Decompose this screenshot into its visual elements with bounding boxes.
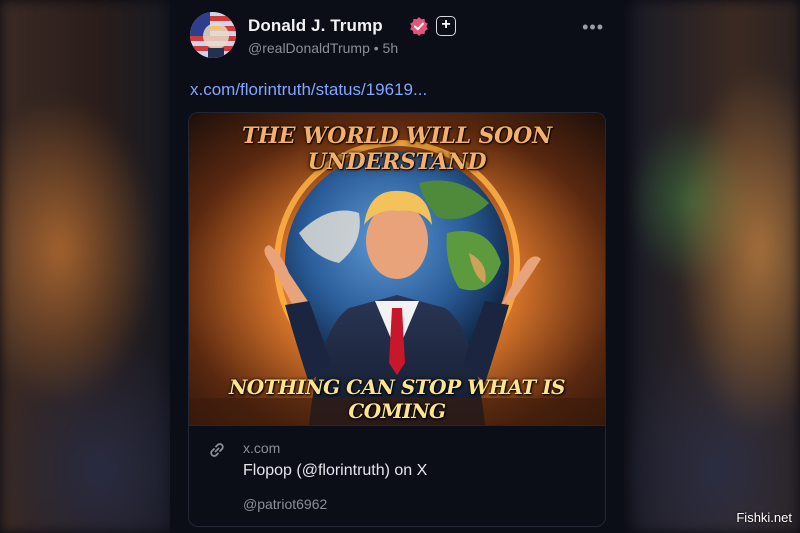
card-title[interactable]: Flopop (@florintruth) on X (243, 462, 427, 480)
verified-badge-icon (410, 17, 428, 36)
more-options-icon[interactable]: ••• (582, 18, 604, 36)
card-subtitle: @patriot6962 (243, 496, 328, 512)
card-subline: NOTHING CAN STOP WHAT IS COMING (228, 375, 566, 423)
link-icon (210, 443, 224, 457)
card-footer[interactable]: x.com Flopop (@florintruth) on X @patrio… (189, 425, 605, 526)
avatar[interactable] (190, 12, 236, 58)
card-domain: x.com (243, 440, 281, 456)
screenshot-stage: Donald J. Trump + @realDonaldTrump • 5h … (0, 0, 800, 533)
card-headline: THE WORLD WILL SOON UNDERSTAND (241, 123, 553, 175)
author-handle-line: @realDonaldTrump • 5h (248, 40, 398, 56)
post-panel: Donald J. Trump + @realDonaldTrump • 5h … (170, 0, 624, 533)
author-handle[interactable]: @realDonaldTrump (248, 40, 370, 56)
author-name[interactable]: Donald J. Trump (248, 16, 383, 36)
card-image[interactable]: THE WORLD WILL SOON UNDERSTAND NOTHING C… (189, 113, 605, 425)
post-header: Donald J. Trump + @realDonaldTrump • 5h … (190, 10, 610, 60)
post-time[interactable]: 5h (383, 40, 399, 56)
plus-badge-icon: + (436, 16, 456, 36)
watermark: Fishki.net (736, 510, 792, 525)
separator-dot: • (373, 40, 379, 56)
link-preview-card[interactable]: THE WORLD WILL SOON UNDERSTAND NOTHING C… (188, 112, 606, 527)
post-link[interactable]: x.com/florintruth/status/19619... (190, 80, 427, 100)
